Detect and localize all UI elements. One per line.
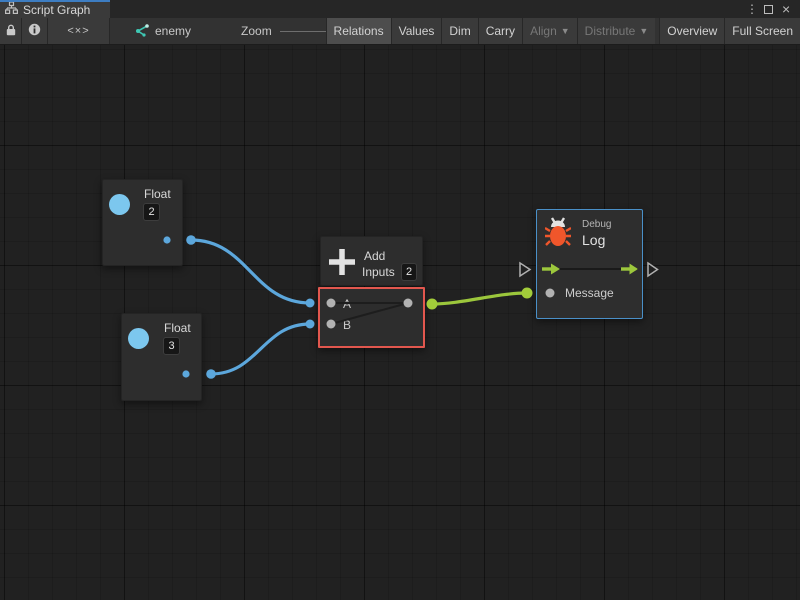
node-float-2[interactable]: Float 3 xyxy=(121,313,202,401)
fullscreen-button[interactable]: Full Screen xyxy=(724,18,800,44)
float-value-field[interactable]: 2 xyxy=(143,203,160,221)
relations-toggle[interactable]: Relations xyxy=(326,18,391,44)
distribute-dropdown[interactable]: Distribute ▼ xyxy=(577,18,656,44)
graph-toolbar: <×> enemy Zoom 1x Relations xyxy=(0,18,800,45)
lock-button[interactable] xyxy=(0,18,22,44)
float-value-field[interactable]: 3 xyxy=(163,337,180,355)
node-float-1[interactable]: Float 2 xyxy=(102,179,183,266)
window-menu-icon[interactable]: ⋮ xyxy=(746,0,758,18)
node-category: Debug xyxy=(582,219,611,230)
plus-icon xyxy=(328,248,356,281)
edit-graph-button[interactable]: <×> xyxy=(48,18,110,44)
node-debug-log[interactable]: Debug Log Message xyxy=(536,209,643,319)
float-type-icon xyxy=(128,328,149,349)
port-a-label: A xyxy=(343,297,351,311)
node-add-header[interactable]: Add Inputs 2 xyxy=(320,236,423,286)
node-title: Add xyxy=(364,249,385,263)
inspect-button[interactable] xyxy=(22,18,48,44)
script-graph-window: Script Graph ⋮ × xyxy=(0,0,800,600)
overview-button[interactable]: Overview xyxy=(659,18,724,44)
port-b-label: B xyxy=(343,318,351,332)
info-icon xyxy=(28,23,41,39)
node-title: Float xyxy=(164,321,191,335)
window-maximize-icon[interactable] xyxy=(764,0,773,18)
chevron-down-icon: ▼ xyxy=(639,26,648,36)
align-dropdown[interactable]: Align ▼ xyxy=(522,18,577,44)
values-toggle[interactable]: Values xyxy=(391,18,442,44)
code-icon: <×> xyxy=(67,25,89,37)
carry-toggle[interactable]: Carry xyxy=(478,18,522,44)
dim-toggle[interactable]: Dim xyxy=(441,18,477,44)
graph-asset-icon xyxy=(134,23,150,40)
node-title: Log xyxy=(582,232,605,248)
inputs-count-field[interactable]: 2 xyxy=(401,263,417,281)
debug-bug-icon xyxy=(545,217,571,252)
window-close-icon[interactable]: × xyxy=(782,0,790,18)
zoom-label: Zoom xyxy=(241,24,272,38)
lock-icon xyxy=(6,24,16,39)
chevron-down-icon: ▼ xyxy=(561,26,570,36)
graph-name-label: enemy xyxy=(155,24,191,38)
tab-script-graph[interactable]: Script Graph xyxy=(0,0,110,18)
tab-strip: Script Graph ⋮ × xyxy=(0,0,800,18)
tab-title: Script Graph xyxy=(23,3,90,17)
node-title: Float xyxy=(144,187,171,201)
message-port-label: Message xyxy=(565,286,614,300)
script-graph-hierarchy-icon xyxy=(5,1,18,19)
node-add-ports-selected[interactable]: A B xyxy=(318,287,425,348)
inputs-label: Inputs xyxy=(362,265,395,279)
float-type-icon xyxy=(109,194,130,215)
